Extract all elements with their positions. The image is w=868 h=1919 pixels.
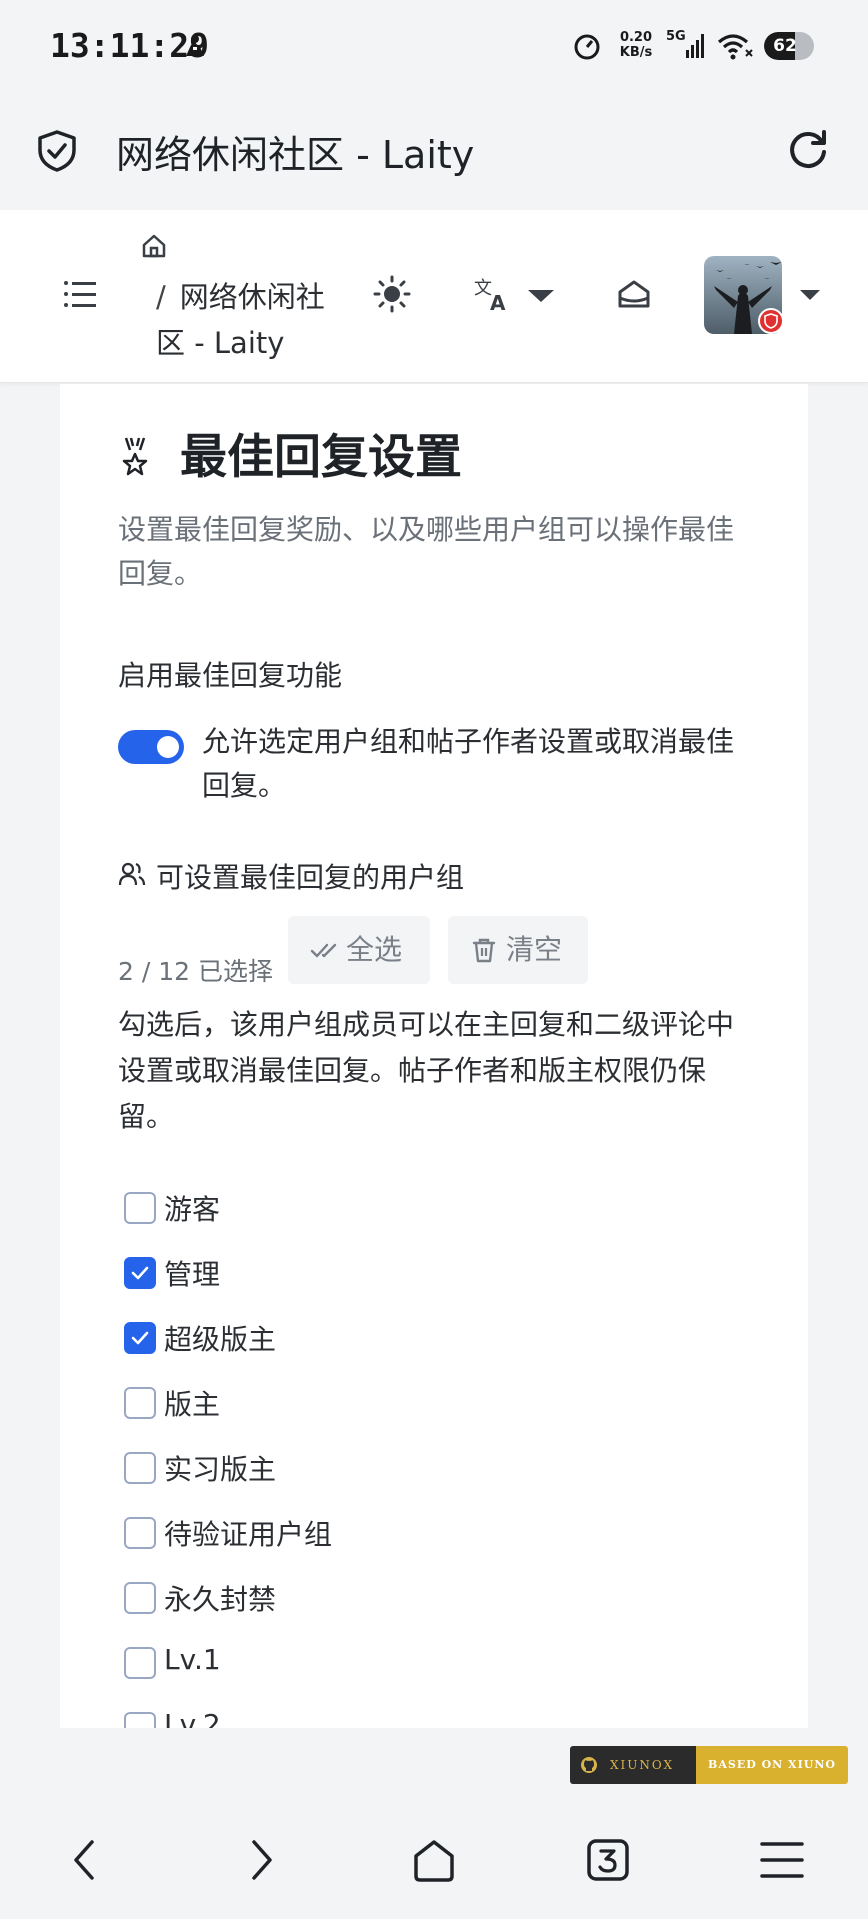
user-group-label: 永久封禁: [164, 1583, 277, 1616]
checkbox[interactable]: [124, 1517, 156, 1549]
selection-count: 2 / 12 已选择: [118, 957, 273, 986]
user-group-option[interactable]: 待验证用户组: [118, 1509, 518, 1555]
user-group-option[interactable]: 超级版主: [118, 1314, 518, 1360]
users-icon: [118, 862, 146, 886]
enable-best-reply-toggle[interactable]: [118, 730, 184, 764]
settings-card: 最佳回复设置 设置最佳回复奖励、以及哪些用户组可以操作最佳回复。 启用最佳回复功…: [60, 384, 808, 1728]
user-group-option[interactable]: 游客: [118, 1184, 518, 1230]
speed-unit: KB/s: [619, 45, 653, 60]
user-group-label: 管理: [164, 1258, 221, 1291]
forward-arrow-icon[interactable]: [236, 1836, 284, 1884]
network-speed: 0.20 KB/s: [616, 30, 656, 60]
user-groups-label: 可设置最佳回复的用户组: [156, 861, 465, 894]
user-group-label: 游客: [164, 1193, 221, 1226]
user-group-option[interactable]: Lv.2: [118, 1704, 518, 1728]
shield-check-icon[interactable]: [34, 128, 80, 174]
reload-icon[interactable]: [784, 126, 832, 174]
heart-shield-icon: [764, 313, 778, 329]
speedometer-icon: [574, 34, 600, 60]
xiunox-label: XIUNOX: [610, 1758, 675, 1772]
enable-feature-label: 启用最佳回复功能: [118, 659, 343, 692]
checkbox[interactable]: [124, 1712, 156, 1728]
toggle-knob: [157, 736, 179, 758]
tabs-count-icon[interactable]: [584, 1836, 632, 1884]
select-all-button[interactable]: 全选: [288, 916, 430, 984]
user-group-option[interactable]: 管理: [118, 1249, 518, 1295]
home-icon[interactable]: [140, 232, 168, 260]
help-text: 勾选后，该用户组成员可以在主回复和二级评论中设置或取消最佳回复。帖子作者和版主权…: [118, 1008, 735, 1133]
select-all-label: 全选: [346, 933, 403, 966]
menu-hamburger-icon[interactable]: [758, 1836, 806, 1884]
checkbox[interactable]: [124, 1452, 156, 1484]
clear-button[interactable]: 清空: [448, 916, 588, 984]
user-group-option[interactable]: 实习版主: [118, 1444, 518, 1490]
checkbox[interactable]: [124, 1322, 156, 1354]
checkbox[interactable]: [124, 1192, 156, 1224]
battery-level: 62: [773, 36, 797, 56]
browser-page-title: 网络休闲社区 - Laity: [116, 133, 475, 177]
user-group-label: 超级版主: [164, 1323, 277, 1356]
wifi-icon: [717, 34, 753, 60]
breadcrumb-separator: /: [156, 280, 166, 314]
checkbox[interactable]: [124, 1647, 156, 1679]
award-icon: [122, 437, 148, 476]
user-group-label: 版主: [164, 1388, 221, 1421]
menu-icon[interactable]: [62, 278, 98, 310]
user-group-option[interactable]: 版主: [118, 1379, 518, 1425]
checkbox[interactable]: [124, 1257, 156, 1289]
checkmark-icon: [131, 1331, 149, 1345]
page-title: 最佳回复设置: [180, 430, 462, 485]
user-group-option[interactable]: Lv.1: [118, 1639, 518, 1685]
user-group-option[interactable]: 永久封禁: [118, 1574, 518, 1620]
based-on-xiuno-label: BASED ON XIUNO: [696, 1746, 848, 1784]
inbox-icon[interactable]: [614, 274, 654, 314]
xiunox-badge[interactable]: XIUNOX BASED ON XIUNO: [570, 1746, 848, 1784]
svg-text:A: A: [490, 291, 506, 314]
battery-indicator: 62: [764, 32, 814, 60]
page-description: 设置最佳回复奖励、以及哪些用户组可以操作最佳回复。: [118, 513, 735, 590]
user-group-label: 待验证用户组: [164, 1518, 333, 1551]
breadcrumb: / 网络休闲社区 - Laity: [156, 274, 346, 366]
checkbox[interactable]: [124, 1387, 156, 1419]
home-nav-icon[interactable]: [410, 1836, 458, 1884]
breadcrumb-current: 网络休闲社区 - Laity: [156, 280, 325, 360]
user-group-label: Lv.2: [164, 1708, 221, 1728]
avatar-shield-badge: [758, 308, 784, 334]
checkbox[interactable]: [124, 1582, 156, 1614]
signal-icon: [686, 34, 704, 58]
user-menu-caret-down-icon[interactable]: [798, 288, 822, 302]
user-group-label: Lv.1: [164, 1643, 221, 1676]
language-caret-down-icon[interactable]: [526, 288, 556, 304]
clear-label: 清空: [506, 933, 563, 966]
person-icon: [186, 35, 204, 56]
double-check-icon: [310, 943, 337, 958]
speed-value: 0.20: [619, 30, 653, 45]
sun-icon[interactable]: [372, 274, 412, 314]
toggle-description: 允许选定用户组和帖子作者设置或取消最佳回复。: [202, 725, 735, 802]
xiunox-badge-left: XIUNOX: [570, 1746, 696, 1784]
translate-icon[interactable]: 文 A: [472, 274, 512, 314]
checkmark-icon: [131, 1266, 149, 1280]
trash-icon: [472, 938, 496, 963]
github-icon: [581, 1757, 597, 1773]
user-group-label: 实习版主: [164, 1453, 277, 1486]
back-arrow-icon[interactable]: [62, 1836, 110, 1884]
status-bar: 13:11:29 0.20 KB/s 5G 62: [0, 0, 868, 95]
